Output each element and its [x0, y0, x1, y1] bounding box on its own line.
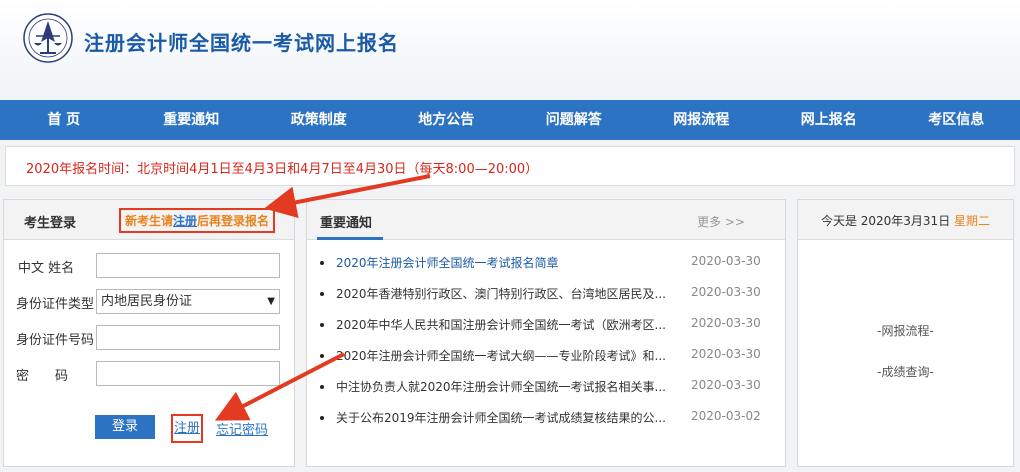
- today-date: 今天是 2020年3月31日 星期二: [798, 212, 1013, 229]
- notice-date: 2020-03-30: [691, 254, 761, 268]
- id-number-input[interactable]: [96, 325, 280, 350]
- notice-link[interactable]: 中注协负责人就2020年注册会计师全国统一考试报名相关事...: [336, 378, 666, 395]
- password-label: 密 码: [16, 369, 69, 384]
- id-type-value: 内地居民身份证: [101, 294, 193, 309]
- notice-link[interactable]: 2020年注册会计师全国统一考试大纲——专业阶段考试》和...: [336, 347, 666, 364]
- id-type-label: 身份证件类型: [16, 297, 95, 312]
- notices-list: 2020年注册会计师全国统一考试报名简章 2020-03-30 2020年香港特…: [307, 254, 785, 440]
- today-panel-header: 今天是 2020年3月31日 星期二: [798, 200, 1013, 240]
- notices-title-underline: [317, 237, 383, 240]
- nav-item-online-registration[interactable]: 网上报名: [765, 100, 893, 140]
- bullet-dot-icon: [320, 416, 324, 420]
- header: 注册会计师全国统一考试网上报名: [0, 0, 1020, 100]
- nav-item-notices[interactable]: 重要通知: [128, 100, 256, 140]
- chevron-down-icon: ▼: [267, 296, 275, 307]
- nav-item-policies[interactable]: 政策制度: [255, 100, 383, 140]
- forgot-password-link[interactable]: 忘记密码: [216, 419, 268, 438]
- notice-item: 2020年注册会计师全国统一考试报名简章 2020-03-30: [307, 254, 785, 285]
- name-input[interactable]: [96, 253, 280, 278]
- cicpa-logo-icon: [23, 13, 73, 63]
- nav-item-faq[interactable]: 问题解答: [510, 100, 638, 140]
- bullet-dot-icon: [320, 323, 324, 327]
- main-nav: 首 页 重要通知 政策制度 地方公告 问题解答 网报流程 网上报名 考区信息: [0, 100, 1020, 140]
- notices-panel-header: 重要通知 更多 >>: [307, 200, 785, 240]
- register-tip: 新考生请注册后再登录报名: [119, 208, 276, 233]
- login-panel: 考生登录 新考生请注册后再登录报名 中文 姓名 身份证件类型 内地居民身份证 ▼…: [3, 199, 295, 467]
- notice-date: 2020-03-02: [691, 409, 761, 423]
- login-panel-header: 考生登录 新考生请注册后再登录报名: [4, 200, 294, 240]
- password-input[interactable]: [96, 361, 280, 386]
- notice-item: 2020年注册会计师全国统一考试大纲——专业阶段考试》和... 2020-03-…: [307, 347, 785, 378]
- bullet-dot-icon: [320, 385, 324, 389]
- notice-date: 2020-03-30: [691, 378, 761, 392]
- id-type-select[interactable]: 内地居民身份证 ▼: [96, 289, 280, 314]
- today-date-prefix: 今天是 2020年3月31日: [820, 214, 951, 228]
- registration-notice-bar: 2020年报名时间：北京时间4月1日至4月3日和4月7日至4月30日（每天8:0…: [5, 146, 1015, 186]
- registration-time-text: 2020年报名时间：北京时间4月1日至4月3日和4月7日至4月30日（每天8:0…: [26, 162, 539, 177]
- today-weekday: 星期二: [954, 214, 991, 228]
- register-tip-link[interactable]: 注册: [173, 214, 197, 228]
- id-number-label: 身份证件号码: [16, 333, 95, 348]
- login-button[interactable]: 登录: [95, 415, 155, 439]
- name-label: 中文 姓名: [18, 261, 75, 276]
- notice-date: 2020-03-30: [691, 347, 761, 361]
- notice-item: 中注协负责人就2020年注册会计师全国统一考试报名相关事... 2020-03-…: [307, 378, 785, 409]
- login-title: 考生登录: [24, 216, 77, 231]
- notices-title: 重要通知: [320, 216, 373, 231]
- register-link[interactable]: 注册: [171, 414, 203, 443]
- notice-link[interactable]: 2020年中华人民共和国注册会计师全国统一考试（欧洲考区...: [336, 316, 666, 333]
- nav-item-home[interactable]: 首 页: [0, 100, 128, 140]
- today-panel: 今天是 2020年3月31日 星期二 -网报流程- -成绩查询-: [797, 199, 1014, 467]
- nav-item-exam-regions[interactable]: 考区信息: [893, 100, 1020, 140]
- nav-item-registration-process[interactable]: 网报流程: [638, 100, 766, 140]
- registration-process-link[interactable]: -网报流程-: [798, 322, 1013, 339]
- register-tip-prefix: 新考生请: [125, 214, 174, 228]
- notice-item: 2020年香港特别行政区、澳门特别行政区、台湾地区居民及... 2020-03-…: [307, 285, 785, 316]
- notice-item: 2020年中华人民共和国注册会计师全国统一考试（欧洲考区... 2020-03-…: [307, 316, 785, 347]
- bullet-dot-icon: [320, 354, 324, 358]
- notice-link[interactable]: 关于公布2019年注册会计师全国统一考试成绩复核结果的公...: [336, 409, 666, 426]
- notice-date: 2020-03-30: [691, 316, 761, 330]
- more-notices-link[interactable]: 更多 >>: [697, 213, 745, 230]
- bullet-dot-icon: [320, 261, 324, 265]
- register-tip-suffix: 后再登录报名: [197, 214, 270, 228]
- notice-link[interactable]: 2020年香港特别行政区、澳门特别行政区、台湾地区居民及...: [336, 285, 666, 302]
- notice-link[interactable]: 2020年注册会计师全国统一考试报名简章: [336, 254, 666, 271]
- notice-date: 2020-03-30: [691, 285, 761, 299]
- site-title: 注册会计师全国统一考试网上报名: [84, 31, 399, 55]
- notice-item: 关于公布2019年注册会计师全国统一考试成绩复核结果的公... 2020-03-…: [307, 409, 785, 440]
- score-query-link[interactable]: -成绩查询-: [798, 363, 1013, 380]
- bullet-dot-icon: [320, 292, 324, 296]
- nav-item-local-announcements[interactable]: 地方公告: [383, 100, 511, 140]
- notices-panel: 重要通知 更多 >> 2020年注册会计师全国统一考试报名简章 2020-03-…: [306, 199, 786, 467]
